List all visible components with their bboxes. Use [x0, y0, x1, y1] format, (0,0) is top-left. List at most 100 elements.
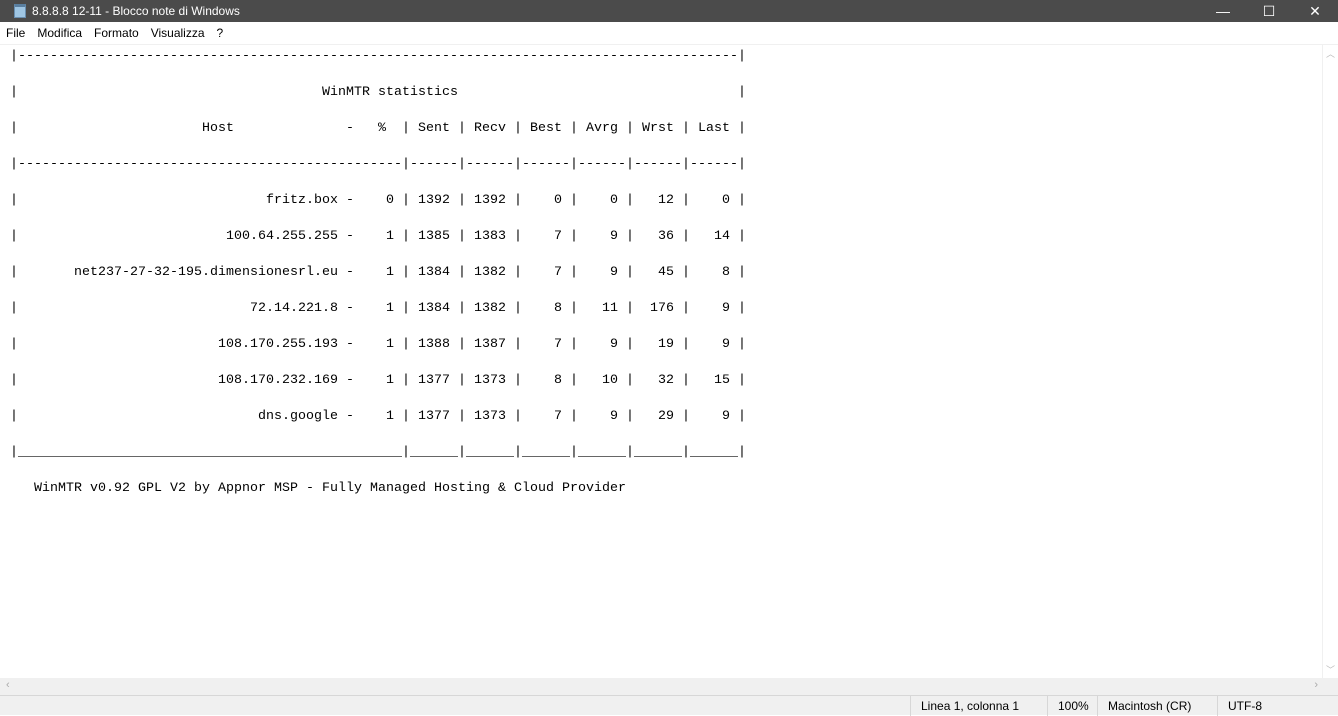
table-row: | 100.64.255.255 - 1 | 1385 | 1383 | 7 |…: [10, 228, 746, 243]
title-bar: 8.8.8.8 12-11 - Blocco note di Windows —…: [0, 0, 1338, 22]
host-name: fritz.box: [265, 192, 338, 207]
stat-value: 9: [610, 336, 618, 351]
menu-file[interactable]: File: [2, 26, 31, 40]
stat-value: 1387: [474, 336, 506, 351]
loss-percent: 1: [386, 336, 394, 351]
stat-value: 1373: [474, 372, 506, 387]
table-row: | 108.170.255.193 - 1 | 1388 | 1387 | 7 …: [10, 336, 746, 351]
host-name: dns.google: [257, 408, 338, 423]
stat-value: 9: [609, 228, 618, 243]
report-title: WinMTR statistics: [321, 84, 458, 99]
stat-value: 7: [553, 228, 562, 243]
column-wrst: Wrst: [642, 120, 674, 135]
stat-value: 1377: [417, 408, 450, 423]
stat-value: 0: [609, 192, 618, 207]
bottom-border: |_______________________________________…: [10, 444, 746, 459]
loss-percent: 1: [385, 264, 394, 279]
loss-percent: 1: [385, 300, 394, 315]
column-host: Host: [202, 120, 234, 135]
stat-value: 12: [657, 192, 674, 207]
stat-value: 9: [609, 408, 618, 423]
separator-line: |---------------------------------------…: [10, 156, 746, 171]
stat-value: 19: [658, 336, 674, 351]
stat-value: 1384: [417, 264, 450, 279]
stat-value: 0: [553, 192, 562, 207]
stat-value: 11: [601, 300, 618, 315]
scroll-down-icon[interactable]: ﹀: [1323, 663, 1338, 676]
stat-value: 14: [713, 228, 730, 243]
host-name: net237-27-32-195.dimensionesrl.eu: [74, 264, 338, 279]
stat-value: 29: [657, 408, 674, 423]
stat-value: 8: [553, 300, 562, 315]
host-name: 108.170.232.169: [218, 372, 338, 387]
stat-value: 7: [553, 264, 562, 279]
footer-line: WinMTR v0.92 GPL V2 by Appnor MSP - Full…: [10, 479, 1322, 515]
menu-visualizza[interactable]: Visualizza: [147, 26, 211, 40]
header-line: | Host - % | Sent | Recv | Best | Avrg |…: [10, 120, 746, 135]
menu-formato[interactable]: Formato: [90, 26, 145, 40]
stat-value: 9: [722, 336, 730, 351]
encoding: UTF-8: [1217, 696, 1338, 716]
minimize-button[interactable]: —: [1200, 0, 1246, 22]
stat-value: 9: [609, 264, 618, 279]
zoom-level: 100%: [1047, 696, 1097, 716]
stat-value: 1383: [473, 228, 506, 243]
table-row: | 108.170.232.169 - 1 | 1377 | 1373 | 8 …: [10, 372, 746, 387]
stat-value: 1392: [417, 192, 450, 207]
table-row: | fritz.box - 0 | 1392 | 1392 | 0 | 0 | …: [10, 192, 746, 207]
table-row: | 72.14.221.8 - 1 | 1384 | 1382 | 8 | 11…: [10, 300, 746, 315]
loss-percent: 1: [385, 228, 394, 243]
scroll-up-icon[interactable]: ︿: [1323, 45, 1338, 60]
host-name: 72.14.221.8: [249, 300, 338, 315]
stat-value: 8: [554, 372, 562, 387]
cursor-position: Linea 1, colonna 1: [910, 696, 1047, 716]
host-name: 108.170.255.193: [218, 336, 338, 351]
column-recv: Recv: [474, 120, 506, 135]
stat-value: 45: [657, 264, 674, 279]
loss-percent: 1: [386, 372, 394, 387]
stat-value: 0: [721, 192, 730, 207]
stat-value: 9: [721, 300, 730, 315]
stat-value: 36: [657, 228, 674, 243]
window-title: 8.8.8.8 12-11 - Blocco note di Windows: [32, 4, 240, 18]
scroll-right-icon[interactable]: ›: [1314, 679, 1318, 691]
stat-value: 32: [658, 372, 674, 387]
text-editor[interactable]: |---------------------------------------…: [0, 45, 1322, 678]
stat-value: 1388: [418, 336, 450, 351]
column-sent: Sent: [418, 120, 450, 135]
stat-value: 176: [649, 300, 674, 315]
loss-percent: 1: [385, 408, 394, 423]
stat-value: 15: [714, 372, 730, 387]
top-border: |---------------------------------------…: [10, 48, 746, 63]
stat-value: 8: [721, 264, 730, 279]
stat-value: 7: [554, 336, 562, 351]
stat-value: 1392: [473, 192, 506, 207]
report-footer: WinMTR v0.92 GPL V2 by Appnor MSP - Full…: [34, 480, 626, 495]
report-title-line: | WinMTR statistics |: [10, 84, 746, 99]
vertical-scrollbar[interactable]: ︿ ﹀: [1322, 45, 1338, 678]
loss-percent: 0: [385, 192, 394, 207]
notepad-icon: [14, 4, 26, 18]
column-loss: %: [378, 120, 386, 135]
stat-value: 1382: [473, 264, 506, 279]
menu-modifica[interactable]: Modifica: [33, 26, 88, 40]
horizontal-scrollbar[interactable]: ‹ ›: [0, 678, 1338, 695]
stat-value: 1382: [473, 300, 506, 315]
column-avrg: Avrg: [586, 120, 618, 135]
host-name: 100.64.255.255: [225, 228, 338, 243]
stat-value: 1384: [417, 300, 450, 315]
maximize-button[interactable]: ☐: [1246, 0, 1292, 22]
table-row: | net237-27-32-195.dimensionesrl.eu - 1 …: [10, 264, 746, 279]
line-ending: Macintosh (CR): [1097, 696, 1217, 716]
stat-value: 1385: [417, 228, 450, 243]
menu-help[interactable]: ?: [213, 26, 230, 40]
stat-value: 10: [602, 372, 618, 387]
stat-value: 1373: [473, 408, 506, 423]
column-last: Last: [698, 120, 730, 135]
stat-value: 9: [721, 408, 730, 423]
scroll-left-icon[interactable]: ‹: [6, 679, 10, 691]
menu-bar: File Modifica Formato Visualizza ?: [0, 22, 1338, 45]
stat-value: 7: [553, 408, 562, 423]
close-button[interactable]: ✕: [1292, 0, 1338, 22]
stat-value: 1377: [418, 372, 450, 387]
